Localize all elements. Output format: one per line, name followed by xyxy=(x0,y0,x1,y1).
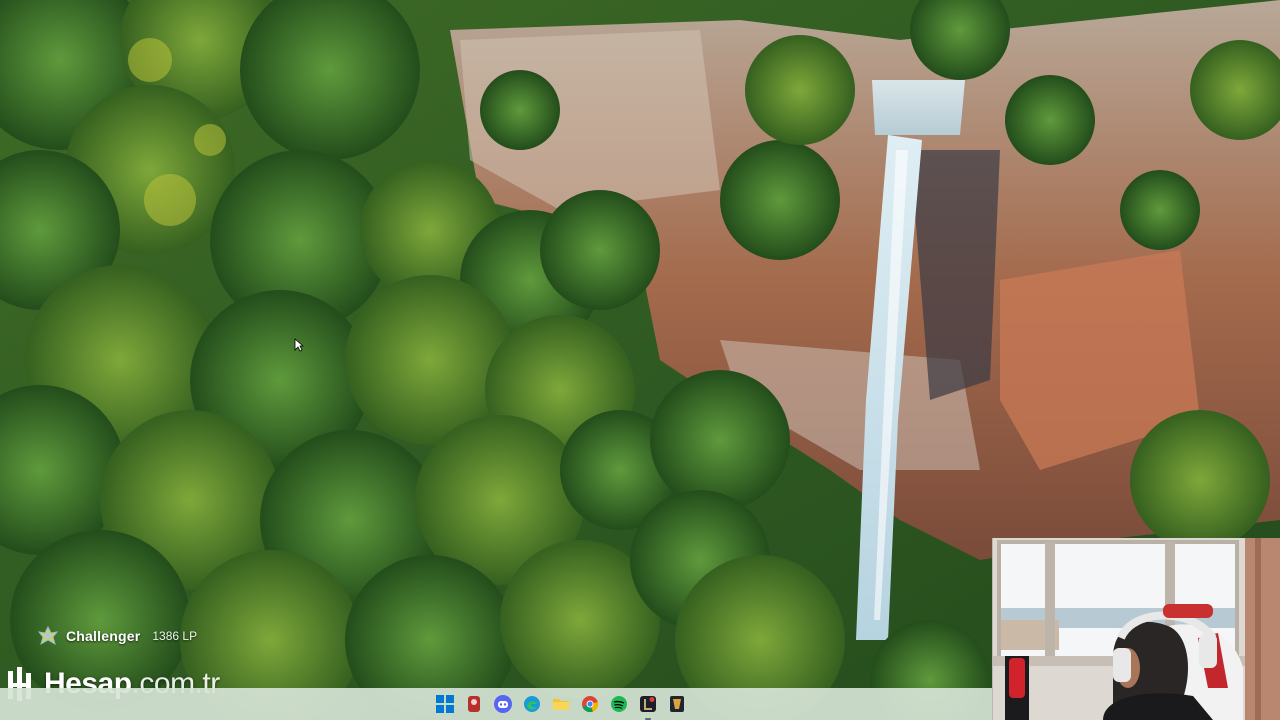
taskbar xyxy=(0,688,992,720)
edge-icon[interactable] xyxy=(521,693,543,715)
taskbar-icons xyxy=(434,693,688,720)
windows-start-icon[interactable] xyxy=(434,693,456,715)
challenger-rank-icon xyxy=(36,624,60,648)
rank-overlay: Challenger 1386 LP xyxy=(36,624,197,648)
discord-icon[interactable] xyxy=(492,693,514,715)
league-client-icon[interactable] xyxy=(637,693,659,720)
chrome-icon[interactable] xyxy=(579,693,601,715)
webcam-overlay xyxy=(992,538,1280,720)
desktop: Challenger 1386 LP Hesap.com.tr xyxy=(0,0,1280,720)
spotify-icon[interactable] xyxy=(608,693,630,715)
mouse-cursor xyxy=(294,338,304,352)
app-red-icon[interactable] xyxy=(463,693,485,715)
rank-lp: 1386 LP xyxy=(152,629,198,643)
game-launcher-icon[interactable] xyxy=(666,693,688,715)
file-explorer-icon[interactable] xyxy=(550,693,572,715)
rank-name: Challenger xyxy=(66,628,141,644)
